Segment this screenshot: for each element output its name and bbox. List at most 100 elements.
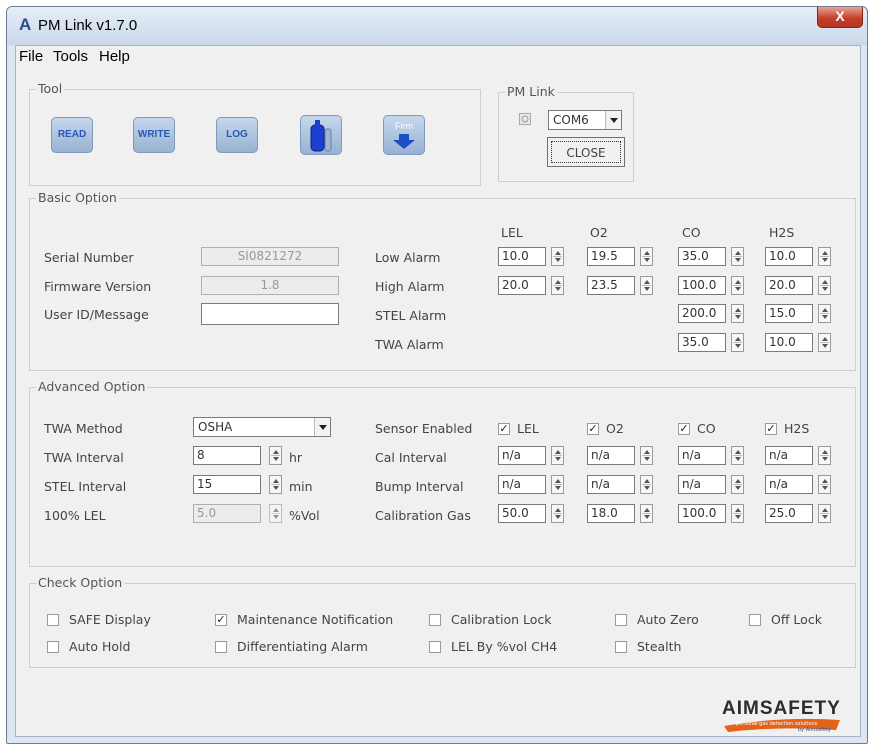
high-alarm-co[interactable]: 100.0 bbox=[678, 276, 726, 295]
close-port-button[interactable]: CLOSE bbox=[547, 137, 625, 167]
off-lock-checkbox[interactable] bbox=[749, 614, 761, 626]
stel-alarm-h2s[interactable]: 15.0 bbox=[765, 304, 813, 323]
bump-interval-lel-spinner[interactable] bbox=[551, 475, 564, 494]
cal-interval-h2s[interactable]: n/a bbox=[765, 446, 813, 465]
low-alarm-h2s-spinner[interactable] bbox=[818, 247, 831, 266]
chevron-down-icon[interactable] bbox=[314, 418, 330, 436]
user-id-input[interactable] bbox=[201, 303, 339, 325]
twa-interval-spinner[interactable] bbox=[269, 446, 282, 465]
chevron-down-icon[interactable] bbox=[605, 111, 621, 129]
high-alarm-o2-spinner[interactable] bbox=[640, 276, 653, 295]
menu-tools[interactable]: Tools bbox=[53, 48, 88, 65]
high-alarm-o2[interactable]: 23.5 bbox=[587, 276, 635, 295]
twa-method-select[interactable]: OSHA bbox=[193, 417, 331, 437]
aimsafety-logo: AIMSAFETY personal gas detection solutio… bbox=[722, 698, 842, 734]
cal-interval-o2-spinner[interactable] bbox=[640, 446, 653, 465]
cal-interval-o2[interactable]: n/a bbox=[587, 446, 635, 465]
calibration-gas-h2s-spinner[interactable] bbox=[818, 504, 831, 523]
twa-alarm-co[interactable]: 35.0 bbox=[678, 333, 726, 352]
basic-option-group: Basic Option Serial Number SI0821272 Fir… bbox=[29, 190, 856, 371]
pm-link-group: PM Link COM6 CLOSE bbox=[498, 84, 634, 182]
low-alarm-lel-spinner[interactable] bbox=[551, 247, 564, 266]
low-alarm-co-spinner[interactable] bbox=[731, 247, 744, 266]
safe-display-label: SAFE Display bbox=[69, 612, 151, 627]
calibration-gas-lel-spinner[interactable] bbox=[551, 504, 564, 523]
cal-interval-co[interactable]: n/a bbox=[678, 446, 726, 465]
window-close-button[interactable]: X bbox=[817, 7, 863, 28]
high-alarm-h2s-spinner[interactable] bbox=[818, 276, 831, 295]
calibration-gas-co-spinner[interactable] bbox=[731, 504, 744, 523]
auto-hold-label: Auto Hold bbox=[69, 639, 131, 654]
twa-alarm-co-spinner[interactable] bbox=[731, 333, 744, 352]
stel-alarm-co[interactable]: 200.0 bbox=[678, 304, 726, 323]
twa-alarm-h2s-spinner[interactable] bbox=[818, 333, 831, 352]
low-alarm-co[interactable]: 35.0 bbox=[678, 247, 726, 266]
pm-link-group-title: PM Link bbox=[505, 84, 557, 99]
low-alarm-o2[interactable]: 19.5 bbox=[587, 247, 635, 266]
calibration-gas-co[interactable]: 100.0 bbox=[678, 504, 726, 523]
calibration-gas-h2s[interactable]: 25.0 bbox=[765, 504, 813, 523]
user-id-label: User ID/Message bbox=[44, 307, 149, 322]
differentiating-alarm-checkbox[interactable] bbox=[215, 641, 227, 653]
high-alarm-lel-spinner[interactable] bbox=[551, 276, 564, 295]
calibration-gas-lel[interactable]: 50.0 bbox=[498, 504, 546, 523]
stealth-checkbox[interactable] bbox=[615, 641, 627, 653]
bump-interval-o2-spinner[interactable] bbox=[640, 475, 653, 494]
cal-interval-co-spinner[interactable] bbox=[731, 446, 744, 465]
high-alarm-lel[interactable]: 20.0 bbox=[498, 276, 546, 295]
write-button[interactable]: WRITE bbox=[133, 117, 175, 153]
sensor-lel-label: LEL bbox=[517, 421, 539, 436]
log-button[interactable]: LOG bbox=[216, 117, 258, 153]
safe-display-checkbox[interactable] bbox=[47, 614, 59, 626]
twa-interval-label: TWA Interval bbox=[44, 450, 124, 465]
low-alarm-h2s[interactable]: 10.0 bbox=[765, 247, 813, 266]
low-alarm-lel[interactable]: 10.0 bbox=[498, 247, 546, 266]
lel-by-vol-ch4-checkbox[interactable] bbox=[429, 641, 441, 653]
com-port-select[interactable]: COM6 bbox=[548, 110, 622, 130]
auto-hold-checkbox[interactable] bbox=[47, 641, 59, 653]
stel-alarm-label: STEL Alarm bbox=[375, 308, 447, 323]
stel-interval-input[interactable]: 15 bbox=[193, 475, 261, 494]
stel-alarm-co-spinner[interactable] bbox=[731, 304, 744, 323]
close-port-label: CLOSE bbox=[551, 141, 621, 163]
twa-interval-input[interactable]: 8 bbox=[193, 446, 261, 465]
low-alarm-o2-spinner[interactable] bbox=[640, 247, 653, 266]
sensor-co-label: CO bbox=[697, 421, 716, 436]
stel-interval-spinner[interactable] bbox=[269, 475, 282, 494]
sensor-lel-checkbox[interactable]: ✓ bbox=[498, 423, 510, 435]
cal-interval-lel[interactable]: n/a bbox=[498, 446, 546, 465]
bump-interval-o2[interactable]: n/a bbox=[587, 475, 635, 494]
read-button[interactable]: READ bbox=[51, 117, 93, 153]
twa-alarm-h2s[interactable]: 10.0 bbox=[765, 333, 813, 352]
stealth-label: Stealth bbox=[637, 639, 682, 654]
aimsafety-sub: by Aimsafety bbox=[798, 727, 831, 733]
bump-interval-co[interactable]: n/a bbox=[678, 475, 726, 494]
sensor-h2s-checkbox[interactable]: ✓ bbox=[765, 423, 777, 435]
bump-interval-co-spinner[interactable] bbox=[731, 475, 744, 494]
title-bar: A PM Link v1.7.0 X bbox=[7, 7, 867, 45]
check-option-group: Check Option SAFE Display ✓ Maintenance … bbox=[29, 575, 856, 668]
auto-zero-checkbox[interactable] bbox=[615, 614, 627, 626]
read-button-label: READ bbox=[57, 129, 87, 140]
bump-interval-h2s-spinner[interactable] bbox=[818, 475, 831, 494]
high-alarm-h2s[interactable]: 20.0 bbox=[765, 276, 813, 295]
bump-interval-lel[interactable]: n/a bbox=[498, 475, 546, 494]
stel-alarm-h2s-spinner[interactable] bbox=[818, 304, 831, 323]
bump-interval-h2s[interactable]: n/a bbox=[765, 475, 813, 494]
menu-help[interactable]: Help bbox=[99, 48, 130, 65]
calibration-gas-o2[interactable]: 18.0 bbox=[587, 504, 635, 523]
cal-interval-lel-spinner[interactable] bbox=[551, 446, 564, 465]
gas-cylinder-button[interactable] bbox=[300, 115, 342, 155]
menu-file[interactable]: File bbox=[19, 48, 43, 65]
calibration-lock-checkbox[interactable] bbox=[429, 614, 441, 626]
port-status-icon bbox=[519, 113, 531, 125]
cal-interval-h2s-spinner[interactable] bbox=[818, 446, 831, 465]
firmware-button[interactable]: Firm bbox=[383, 115, 425, 155]
calibration-gas-o2-spinner[interactable] bbox=[640, 504, 653, 523]
sensor-co-checkbox[interactable]: ✓ bbox=[678, 423, 690, 435]
high-alarm-co-spinner[interactable] bbox=[731, 276, 744, 295]
sensor-o2-checkbox[interactable]: ✓ bbox=[587, 423, 599, 435]
firmware-arrow-icon bbox=[393, 134, 415, 149]
maintenance-notification-checkbox[interactable]: ✓ bbox=[215, 614, 227, 626]
tool-group: Tool READ WRITE LOG Firm bbox=[29, 81, 481, 186]
